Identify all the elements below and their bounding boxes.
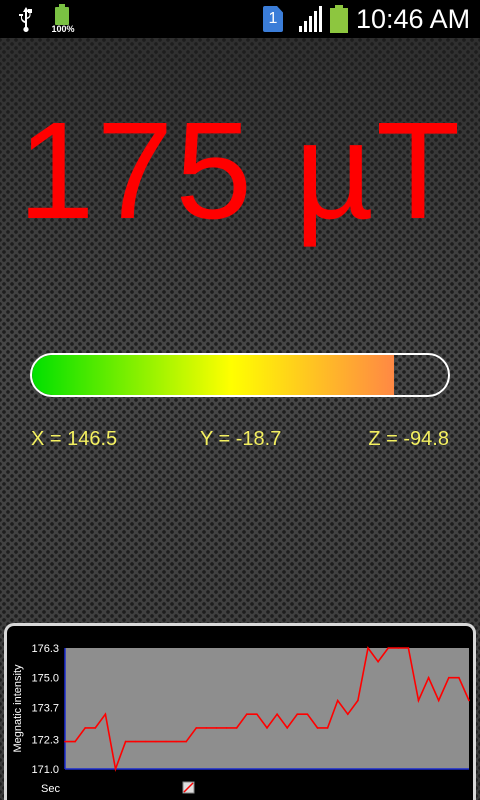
sim-card-icon: 1 bbox=[263, 6, 283, 32]
y-axis-label: Megnatic intensity bbox=[12, 664, 24, 753]
clock: 10:46 AM bbox=[356, 4, 471, 34]
usb-icon bbox=[19, 7, 32, 32]
x-axis-value: X = 146.5 bbox=[31, 428, 118, 450]
data-point bbox=[336, 699, 339, 702]
data-point bbox=[195, 727, 198, 729]
data-point bbox=[407, 647, 410, 649]
data-point bbox=[377, 660, 379, 663]
data-point bbox=[165, 740, 167, 743]
data-point bbox=[84, 727, 86, 729]
data-point bbox=[397, 647, 400, 649]
data-point bbox=[134, 740, 137, 743]
data-point bbox=[205, 727, 208, 729]
data-point bbox=[326, 727, 329, 729]
data-point bbox=[448, 676, 450, 679]
intensity-meter bbox=[30, 353, 450, 397]
data-point bbox=[185, 740, 187, 743]
data-point bbox=[387, 647, 390, 649]
chart-panel: 176.3 175.0 173.7 172.3 171.0 Megnatic intens… bbox=[4, 623, 476, 800]
y-axis-value: Y = -18.7 bbox=[200, 428, 282, 450]
data-point bbox=[357, 699, 359, 702]
data-point bbox=[74, 740, 76, 743]
status-bar: 100% 1 10:46 AM bbox=[0, 0, 480, 38]
data-point bbox=[306, 713, 309, 716]
y-tick-label: 172.3 bbox=[31, 734, 59, 746]
data-point bbox=[145, 740, 147, 743]
data-point bbox=[367, 647, 369, 649]
data-point bbox=[266, 727, 268, 729]
data-point bbox=[114, 768, 117, 770]
data-point bbox=[286, 727, 289, 729]
y-tick-label: 171.0 bbox=[31, 764, 59, 776]
battery-icon bbox=[330, 5, 348, 33]
data-point bbox=[256, 713, 258, 716]
data-point bbox=[347, 713, 349, 716]
data-point bbox=[427, 676, 430, 679]
magnetic-reading: 175 µT bbox=[17, 94, 463, 248]
data-point bbox=[458, 676, 460, 679]
data-point bbox=[94, 727, 97, 729]
data-point bbox=[246, 713, 248, 716]
intensity-chart: 176.3 175.0 173.7 172.3 171.0 Megnatic intens… bbox=[12, 643, 470, 795]
z-axis-value: Z = -94.8 bbox=[368, 428, 449, 450]
data-point bbox=[276, 713, 278, 716]
data-point bbox=[104, 713, 107, 716]
y-tick-label: 175.0 bbox=[31, 673, 59, 685]
data-point bbox=[235, 727, 238, 729]
plot-area bbox=[65, 648, 469, 769]
data-point bbox=[215, 727, 218, 729]
battery-percent-label: 100% bbox=[51, 24, 75, 34]
data-point bbox=[437, 699, 440, 702]
data-point bbox=[225, 727, 228, 729]
signal-icon bbox=[299, 6, 322, 32]
intensity-meter-fill bbox=[32, 355, 394, 395]
y-tick-label: 173.7 bbox=[31, 702, 59, 714]
data-point bbox=[155, 740, 157, 743]
data-point bbox=[296, 713, 299, 716]
data-point bbox=[417, 699, 420, 702]
data-point bbox=[175, 740, 177, 743]
data-point bbox=[316, 727, 319, 729]
data-point bbox=[64, 740, 66, 743]
data-point bbox=[124, 740, 127, 743]
x-axis-label: Sec bbox=[41, 783, 60, 795]
data-point bbox=[468, 699, 470, 702]
y-tick-label: 176.3 bbox=[31, 643, 59, 655]
battery-percent-icon: 100% bbox=[50, 3, 76, 35]
